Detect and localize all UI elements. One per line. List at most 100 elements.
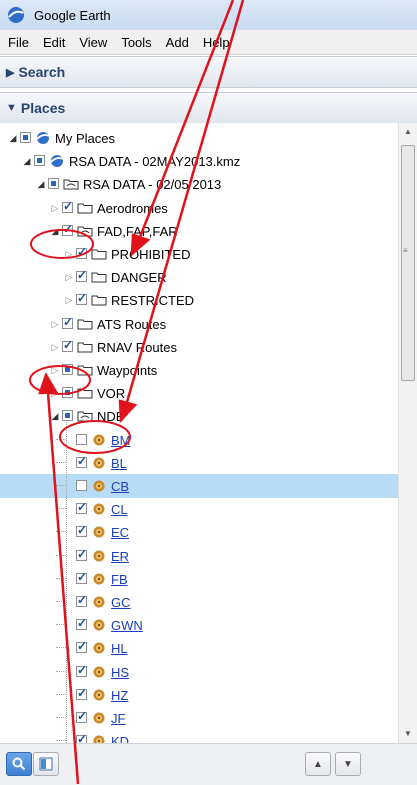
tree-item-er[interactable]: ER — [0, 544, 398, 568]
expand-toggle-icon[interactable]: ▷ — [50, 365, 60, 375]
visibility-checkbox[interactable] — [76, 663, 87, 677]
tree-item-gwn[interactable]: GWN — [0, 613, 398, 637]
expand-toggle-icon[interactable]: ▷ — [50, 388, 60, 398]
visibility-checkbox[interactable] — [62, 199, 73, 213]
collapse-toggle-icon[interactable]: ◢ — [50, 411, 60, 421]
visibility-checkbox[interactable] — [76, 570, 87, 584]
visibility-checkbox[interactable] — [76, 616, 87, 631]
tree-node[interactable]: ▷ DANGER — [0, 265, 398, 289]
tree-node[interactable]: ▷ Aerodromes — [0, 196, 398, 220]
tree-node[interactable]: ◢ RSA DATA - 02/05/2013 — [0, 172, 398, 196]
menu-tools[interactable]: Tools — [121, 35, 151, 50]
tree-item-gc[interactable]: GC — [0, 590, 398, 614]
visibility-checkbox[interactable] — [76, 454, 87, 468]
visibility-checkbox[interactable] — [76, 547, 87, 561]
tree-node[interactable]: ▷ RESTRICTED — [0, 288, 398, 312]
places-panel-header[interactable]: ▼ Places — [0, 92, 417, 124]
tree-item-label[interactable]: HS — [111, 665, 129, 680]
search-mode-button[interactable] — [6, 752, 32, 776]
tree-item-label[interactable]: BL — [111, 456, 127, 471]
scrollbar-thumb[interactable] — [401, 145, 415, 381]
visibility-checkbox[interactable] — [62, 410, 73, 422]
expand-toggle-icon[interactable]: ▷ — [50, 203, 60, 213]
tree-item-label[interactable]: EC — [111, 525, 129, 540]
tree-item-kd[interactable]: KD — [0, 729, 398, 743]
visibility-checkbox[interactable] — [62, 315, 73, 329]
tree-node[interactable]: ◢ RSA DATA - 02MAY2013.kmz — [0, 149, 398, 173]
tree-item-fb[interactable]: FB — [0, 567, 398, 591]
search-panel-header[interactable]: ▶ Search — [0, 56, 417, 88]
visibility-checkbox[interactable] — [76, 500, 87, 515]
ndb-icon — [93, 503, 105, 515]
visibility-checkbox[interactable] — [76, 709, 87, 723]
visibility-checkbox[interactable] — [76, 523, 87, 538]
visibility-checkbox[interactable] — [62, 222, 73, 236]
tree-item-label[interactable]: ER — [111, 549, 129, 564]
visibility-checkbox[interactable] — [76, 291, 87, 306]
visibility-checkbox[interactable] — [34, 155, 45, 167]
visibility-checkbox[interactable] — [62, 387, 73, 399]
tree-item-label[interactable]: HZ — [111, 688, 128, 703]
tree-node[interactable]: ◢ NDB — [0, 404, 398, 428]
visibility-checkbox[interactable] — [76, 268, 87, 283]
visibility-checkbox[interactable] — [48, 178, 59, 190]
visibility-checkbox[interactable] — [76, 593, 87, 607]
menu-edit[interactable]: Edit — [43, 35, 65, 50]
tree-item-label[interactable]: CL — [111, 502, 128, 517]
tree-item-label[interactable]: GWN — [111, 618, 143, 633]
visibility-checkbox[interactable] — [76, 732, 87, 743]
collapse-toggle-icon[interactable]: ◢ — [8, 133, 18, 143]
collapse-toggle-icon[interactable]: ◢ — [50, 226, 60, 236]
tree-item-hz[interactable]: HZ — [0, 683, 398, 707]
visibility-checkbox[interactable] — [76, 686, 87, 700]
visibility-checkbox[interactable] — [76, 245, 87, 259]
menu-file[interactable]: File — [8, 35, 29, 50]
tree-item-cl[interactable]: CL — [0, 497, 398, 521]
expand-toggle-icon[interactable]: ▷ — [50, 319, 60, 329]
menu-view[interactable]: View — [79, 35, 107, 50]
expand-toggle-icon[interactable]: ▷ — [64, 295, 74, 305]
visibility-checkbox[interactable] — [76, 639, 87, 654]
tree-node[interactable]: ▷ PROHIBITED — [0, 242, 398, 266]
move-up-button[interactable]: ▲ — [305, 752, 331, 776]
scroll-down-icon[interactable]: ▼ — [404, 729, 412, 738]
expand-toggle-icon[interactable]: ▷ — [64, 249, 74, 259]
tree-item-label[interactable]: FB — [111, 572, 128, 587]
tree-node[interactable]: ◢ My Places — [0, 126, 398, 150]
collapse-toggle-icon[interactable]: ◢ — [22, 156, 32, 166]
tree-item-hl[interactable]: HL — [0, 636, 398, 660]
tree-item-label[interactable]: BM — [111, 433, 131, 448]
menu-add[interactable]: Add — [166, 35, 189, 50]
tree-item-jf[interactable]: JF — [0, 706, 398, 730]
tree-item-cb[interactable]: CB — [0, 474, 398, 498]
panel-toggle-button[interactable] — [33, 752, 59, 776]
move-down-button[interactable]: ▼ — [335, 752, 361, 776]
tree-item-hs[interactable]: HS — [0, 660, 398, 684]
tree-node[interactable]: ▷ RNAV Routes — [0, 335, 398, 359]
visibility-checkbox[interactable] — [62, 338, 73, 352]
tree-item-bl[interactable]: BL — [0, 451, 398, 475]
ndb-icon — [93, 550, 105, 562]
tree-item-label[interactable]: KD — [111, 734, 129, 743]
visibility-checkbox[interactable] — [76, 480, 87, 491]
tree-item-bm[interactable]: BM — [0, 428, 398, 452]
expand-toggle-icon[interactable]: ▷ — [64, 272, 74, 282]
tree-item-ec[interactable]: EC — [0, 520, 398, 544]
folder-icon — [77, 319, 93, 330]
tree-item-label[interactable]: JF — [111, 711, 125, 726]
tree-node[interactable]: ◢ FAD,FAP,FAR — [0, 219, 398, 243]
tree-node[interactable]: ▷ ATS Routes — [0, 312, 398, 336]
menu-help[interactable]: Help — [203, 35, 230, 50]
vertical-scrollbar[interactable]: ▲ ≡ ▼ — [398, 123, 417, 743]
tree-item-label[interactable]: CB — [111, 479, 129, 494]
tree-node[interactable]: ▷ VOR — [0, 381, 398, 405]
scroll-up-icon[interactable]: ▲ — [404, 127, 412, 136]
visibility-checkbox[interactable] — [20, 132, 31, 143]
tree-item-label[interactable]: HL — [111, 641, 128, 656]
collapse-toggle-icon[interactable]: ◢ — [36, 179, 46, 189]
tree-node[interactable]: ▷ Waypoints — [0, 358, 398, 382]
expand-toggle-icon[interactable]: ▷ — [50, 342, 60, 352]
visibility-checkbox[interactable] — [62, 364, 73, 375]
visibility-checkbox[interactable] — [76, 433, 87, 445]
tree-item-label[interactable]: GC — [111, 595, 131, 610]
